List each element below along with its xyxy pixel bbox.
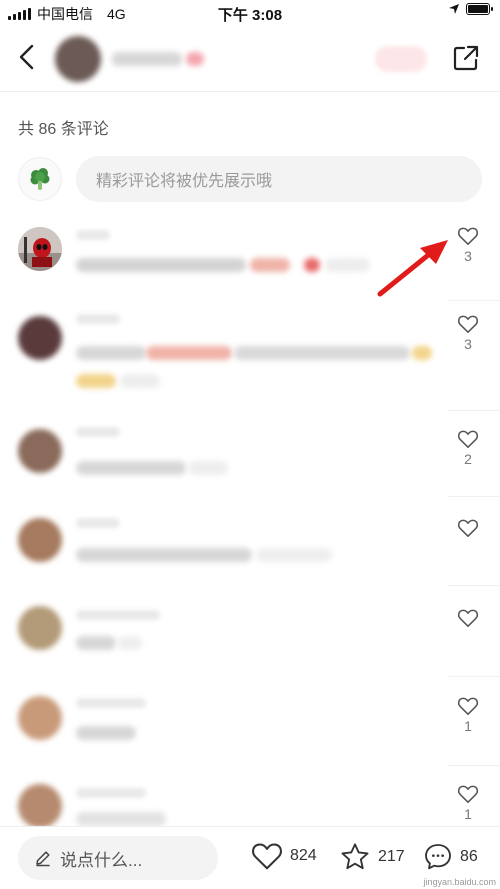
note-header bbox=[0, 24, 500, 92]
commenter-name[interactable] bbox=[76, 230, 110, 240]
comment-text-blurred bbox=[76, 374, 116, 388]
commenter-avatar[interactable] bbox=[18, 227, 62, 271]
deadpool-avatar-icon bbox=[18, 227, 62, 271]
heart-icon bbox=[457, 785, 479, 803]
divider bbox=[448, 585, 500, 586]
status-right bbox=[448, 3, 493, 15]
comment-text-blurred bbox=[76, 636, 116, 650]
collect-count: 217 bbox=[378, 848, 405, 865]
comment-text-blurred bbox=[120, 374, 160, 388]
divider bbox=[448, 676, 500, 677]
divider bbox=[448, 496, 500, 497]
like-button[interactable]: 1 bbox=[448, 696, 488, 734]
star-icon bbox=[341, 843, 369, 870]
like-count bbox=[448, 630, 488, 646]
heart-icon bbox=[457, 609, 479, 627]
pencil-icon bbox=[36, 851, 50, 867]
broccoli-icon bbox=[30, 168, 50, 190]
like-note-button[interactable]: 824 bbox=[250, 841, 317, 871]
watermark: jingyan.baidu.com bbox=[423, 877, 496, 887]
heart-icon bbox=[457, 697, 479, 715]
battery-icon bbox=[466, 3, 493, 15]
follow-button[interactable] bbox=[375, 46, 427, 72]
location-icon bbox=[449, 4, 459, 14]
red-arrow-annotation bbox=[377, 240, 448, 297]
like-button[interactable] bbox=[448, 608, 488, 646]
my-avatar bbox=[18, 157, 62, 201]
like-count: 3 bbox=[464, 336, 472, 352]
bottom-action-bar: 说点什么... 824 217 86 jingyan.baidu.com bbox=[0, 826, 500, 889]
commenter-name[interactable] bbox=[76, 518, 120, 528]
commenter-name[interactable] bbox=[76, 314, 120, 324]
like-count: 1 bbox=[464, 806, 472, 822]
comment-text-blurred bbox=[118, 636, 142, 650]
commenter-avatar[interactable] bbox=[18, 518, 62, 562]
share-button[interactable] bbox=[452, 44, 480, 72]
comment-text-blurred bbox=[250, 258, 290, 272]
comment-text-blurred bbox=[412, 346, 432, 360]
say-something-placeholder: 说点什么... bbox=[60, 850, 143, 870]
comment-input[interactable]: 精彩评论将被优先展示哦 bbox=[76, 156, 482, 202]
heart-icon bbox=[252, 843, 282, 870]
comment-count-label: 共 86 条评论 bbox=[18, 121, 109, 138]
comment-text-blurred bbox=[76, 812, 166, 826]
commenter-name[interactable] bbox=[76, 610, 160, 620]
comment-text-blurred bbox=[76, 258, 246, 272]
heart-icon bbox=[457, 519, 479, 537]
heart-icon bbox=[457, 430, 479, 448]
collect-button[interactable]: 217 bbox=[338, 841, 405, 873]
like-count: 3 bbox=[464, 248, 472, 264]
commenter-name[interactable] bbox=[76, 698, 146, 708]
comment-text-blurred bbox=[234, 346, 410, 360]
share-icon bbox=[453, 45, 479, 71]
commenter-avatar[interactable] bbox=[18, 316, 62, 360]
back-button[interactable] bbox=[12, 42, 42, 72]
like-button[interactable] bbox=[448, 518, 488, 556]
commenter-avatar[interactable] bbox=[18, 429, 62, 473]
commenter-name[interactable] bbox=[76, 427, 120, 437]
commenter-avatar[interactable] bbox=[18, 696, 62, 740]
status-bar: 中国电信 4G 下午 3:08 bbox=[0, 0, 500, 24]
comment-text-blurred bbox=[256, 548, 332, 562]
like-count bbox=[448, 540, 488, 556]
status-time: 下午 3:08 bbox=[217, 7, 283, 24]
comment-input-placeholder: 精彩评论将被优先展示哦 bbox=[96, 173, 273, 190]
comment-text-blurred bbox=[304, 258, 320, 272]
comment-text-blurred bbox=[76, 346, 146, 360]
author-badge-blurred bbox=[186, 52, 204, 66]
heart-icon bbox=[457, 227, 479, 245]
comment-text-blurred bbox=[76, 548, 252, 562]
like-button[interactable]: 3 bbox=[448, 314, 488, 352]
commenter-avatar[interactable] bbox=[18, 606, 62, 650]
heart-icon bbox=[457, 315, 479, 333]
divider bbox=[448, 300, 500, 301]
comment-button[interactable]: 86 bbox=[422, 841, 478, 873]
like-button[interactable]: 3 bbox=[448, 226, 488, 264]
comment-text-blurred bbox=[325, 258, 370, 272]
like-button[interactable]: 2 bbox=[448, 429, 488, 467]
divider bbox=[448, 410, 500, 411]
comment-text-blurred bbox=[76, 461, 186, 475]
like-note-count: 824 bbox=[290, 847, 317, 864]
back-icon bbox=[19, 44, 34, 70]
like-count: 2 bbox=[464, 451, 472, 467]
say-something-input[interactable]: 说点什么... bbox=[18, 836, 218, 880]
like-button[interactable]: 1 bbox=[448, 784, 488, 822]
author-avatar[interactable] bbox=[55, 36, 101, 82]
comment-text-blurred bbox=[188, 461, 228, 475]
comment-text-blurred bbox=[146, 346, 232, 360]
commenter-avatar[interactable] bbox=[18, 784, 62, 828]
author-name-blurred[interactable] bbox=[112, 52, 182, 66]
like-count: 1 bbox=[464, 718, 472, 734]
comment-text-blurred bbox=[76, 726, 136, 740]
comment-icon bbox=[425, 844, 451, 870]
commenter-name[interactable] bbox=[76, 788, 146, 798]
comment-total-count: 86 bbox=[460, 848, 478, 865]
divider bbox=[448, 765, 500, 766]
